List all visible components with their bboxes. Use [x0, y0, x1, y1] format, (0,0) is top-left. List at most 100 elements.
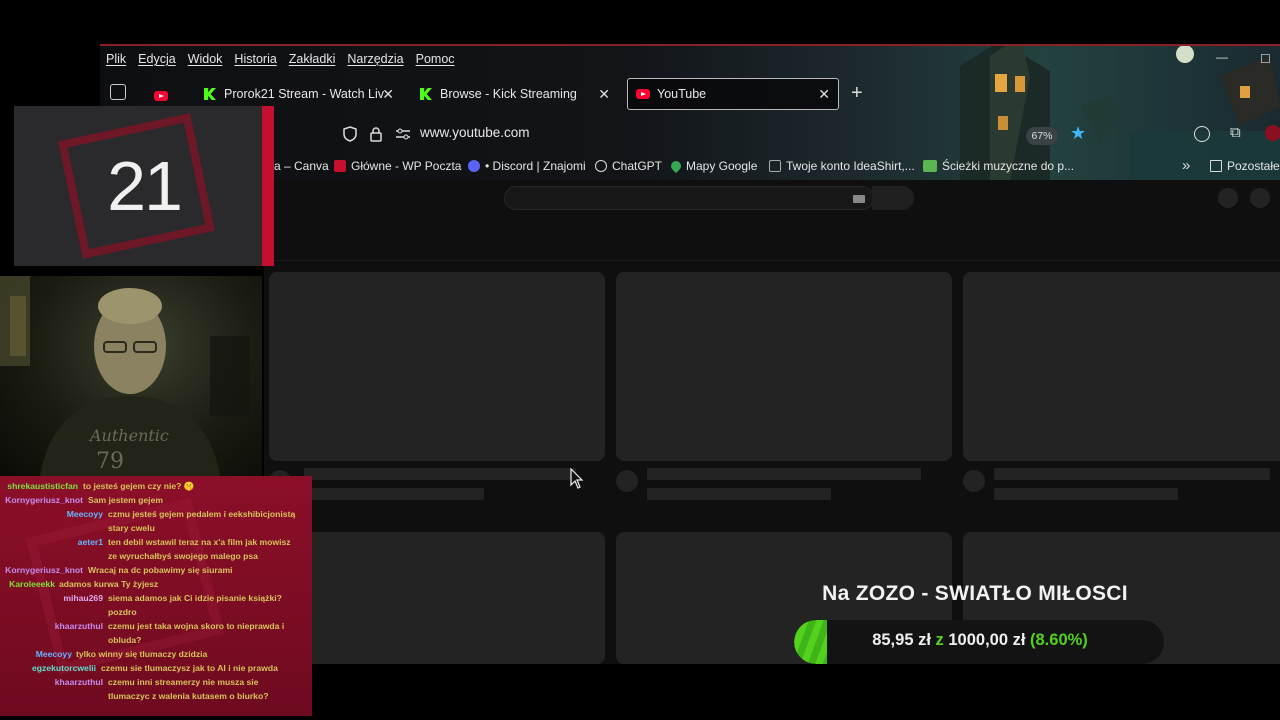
video-thumbnail-placeholder[interactable]	[269, 272, 605, 461]
donation-separator: z	[935, 631, 944, 649]
channel-avatar-placeholder[interactable]	[963, 470, 985, 492]
menu-widok[interactable]: Widok	[188, 52, 223, 66]
stream-chat-overlay: shrekaustisticfan to jesteś gejem czy ni…	[0, 476, 312, 716]
chat-text: to jesteś gejem czy nie? 🤫	[83, 481, 195, 491]
chat-text: ten debil wstawil teraz na x'a film jak …	[108, 537, 291, 547]
extension-badge-icon[interactable]	[1265, 125, 1280, 141]
webcam-feed: Authentic 79	[0, 276, 262, 476]
discord-icon	[468, 160, 480, 172]
chat-username: mihau269	[63, 593, 103, 603]
close-tab-icon[interactable]: ✕	[382, 86, 394, 103]
bookmarks-bar: a – Canva Główne - WP Poczta • Discord |…	[100, 156, 1280, 178]
permissions-icon[interactable]	[395, 128, 411, 140]
zoom-level-button[interactable]: 67%	[1026, 127, 1058, 145]
chat-text: Wracaj na dc pobawimy się siurami	[88, 565, 233, 575]
menu-plik[interactable]: Plik	[106, 52, 126, 66]
video-thumbnail-placeholder[interactable]	[963, 272, 1280, 461]
lock-icon[interactable]	[369, 126, 383, 142]
maximize-icon[interactable]: ☐	[1260, 52, 1271, 66]
youtube-icon	[154, 91, 168, 101]
meta-placeholder	[994, 488, 1178, 500]
address-bar: www.youtube.com 67% ★ ⧉	[100, 120, 1280, 150]
minimize-icon[interactable]: —	[1216, 50, 1228, 64]
tab-strip: Prorok21 Stream - Watch Live o ✕ Browse …	[100, 76, 1280, 110]
bookmark-discord[interactable]: • Discord | Znajomi	[468, 159, 586, 173]
menu-historia[interactable]: Historia	[234, 52, 276, 66]
shield-icon[interactable]	[343, 126, 357, 142]
video-thumbnail-placeholder[interactable]	[269, 532, 605, 664]
donation-goal-widget: Na ZOZO - SWIATŁO MIŁOSCI 85,95 zł z 100…	[790, 580, 1170, 670]
account-icon[interactable]	[1194, 126, 1210, 142]
chat-username: Kornygeriusz_knot	[5, 495, 83, 505]
bookmark-wp-poczta[interactable]: Główne - WP Poczta	[334, 159, 461, 173]
chat-username: Kornygeriusz_knot	[5, 565, 83, 575]
tab-title: Browse - Kick Streaming	[440, 87, 577, 101]
bookmark-folder-pozostale[interactable]: Pozostałe	[1210, 159, 1280, 173]
bookmark-canva[interactable]: a – Canva	[274, 159, 329, 173]
streamer-silhouette: Authentic 79	[0, 276, 250, 476]
tab-title: YouTube	[657, 87, 707, 101]
chat-text: czmu jesteś gejem pedalem i eekshibicjon…	[108, 509, 296, 519]
donation-percent: (8.60%)	[1030, 631, 1088, 649]
tab-youtube[interactable]: YouTube ✕	[627, 78, 839, 110]
youtube-search-input[interactable]	[504, 186, 874, 210]
url-field[interactable]: www.youtube.com	[420, 125, 530, 140]
mouse-cursor-icon	[570, 468, 584, 489]
title-placeholder	[304, 468, 576, 480]
chat-text: czemu inni streamerzy nie musza sie	[108, 677, 259, 687]
chat-text-continued: stary cwelu	[108, 523, 155, 533]
close-tab-icon[interactable]: ✕	[598, 86, 610, 103]
shirt-icon	[769, 160, 781, 172]
tab-browse-kick[interactable]: Browse - Kick Streaming ✕	[412, 78, 618, 110]
chat-text: tylko winny się tlumaczy dzidzia	[76, 649, 208, 659]
logo-red-stripe	[262, 106, 274, 266]
channel-avatar-placeholder[interactable]	[616, 470, 638, 492]
browser-chrome: Plik Edycja Widok Historia Zakładki Narz…	[100, 44, 1280, 180]
tab-title: Prorok21 Stream - Watch Live o	[224, 87, 384, 101]
logo-number: 21	[107, 147, 183, 225]
avatar-placeholder[interactable]	[1250, 188, 1270, 208]
donation-goal: 1000,00 zł	[948, 631, 1026, 649]
bookmark-mapy-google[interactable]: Mapy Google	[668, 158, 757, 174]
video-thumbnail-placeholder[interactable]	[616, 272, 952, 461]
pinned-youtube-tab[interactable]	[154, 88, 175, 106]
title-placeholder	[647, 468, 921, 480]
bookmark-sciezki[interactable]: Ścieżki muzyczne do p...	[923, 159, 1074, 173]
youtube-icon	[636, 89, 650, 99]
youtube-search-button[interactable]	[872, 186, 914, 210]
keyboard-icon[interactable]	[853, 195, 865, 203]
tab-manager-icon[interactable]	[110, 84, 126, 100]
chat-username: Meecoyy	[66, 509, 103, 519]
menu-edycja[interactable]: Edycja	[138, 52, 176, 66]
menu-zakladki[interactable]: Zakładki	[289, 52, 336, 66]
chat-username: khaarzuthul	[54, 677, 103, 687]
meta-placeholder	[304, 488, 484, 500]
chat-text-continued: ze wyruchałbyś swojego malego psa	[108, 551, 258, 561]
notifications-placeholder[interactable]	[1218, 188, 1238, 208]
donation-amount: 85,95 zł z 1000,00 zł (8.60%)	[790, 631, 1170, 650]
bookmark-ideashirt[interactable]: Twoje konto IdeaShirt,...	[769, 159, 915, 173]
new-tab-icon[interactable]: +	[851, 82, 863, 105]
kick-icon	[420, 88, 432, 100]
close-tab-icon[interactable]: ✕	[818, 86, 830, 103]
chips-divider	[264, 260, 1280, 261]
chat-text-continued: tlumaczyc z walenia kutasem o biurko?	[108, 691, 269, 701]
chat-text: czemu sie tlumaczysz jak to AI i nie pra…	[101, 663, 278, 673]
donation-goal-title: Na ZOZO - SWIATŁO MIŁOSCI	[822, 582, 1128, 605]
chat-username: Karoleeekk	[9, 579, 55, 589]
bookmark-chatgpt[interactable]: ChatGPT	[595, 159, 662, 173]
meta-placeholder	[647, 488, 831, 500]
more-bookmarks-icon[interactable]: »	[1182, 157, 1190, 174]
chat-text: adamos kurwa Ty żyjesz	[59, 579, 159, 589]
extensions-icon[interactable]: ⧉	[1230, 124, 1241, 141]
menu-bar: Plik Edycja Widok Historia Zakładki Narz…	[100, 48, 455, 70]
bookmark-star-icon[interactable]: ★	[1070, 123, 1086, 144]
wp-icon	[334, 160, 346, 172]
menu-narzedzia[interactable]: Narzędzia	[347, 52, 403, 66]
svg-text:Authentic: Authentic	[88, 426, 169, 445]
chat-text: Sam jestem gejem	[88, 495, 163, 505]
chatgpt-icon	[595, 160, 607, 172]
chat-username: shrekaustisticfan	[7, 481, 78, 491]
menu-pomoc[interactable]: Pomoc	[416, 52, 455, 66]
chat-text-continued: pozdro	[108, 607, 137, 617]
